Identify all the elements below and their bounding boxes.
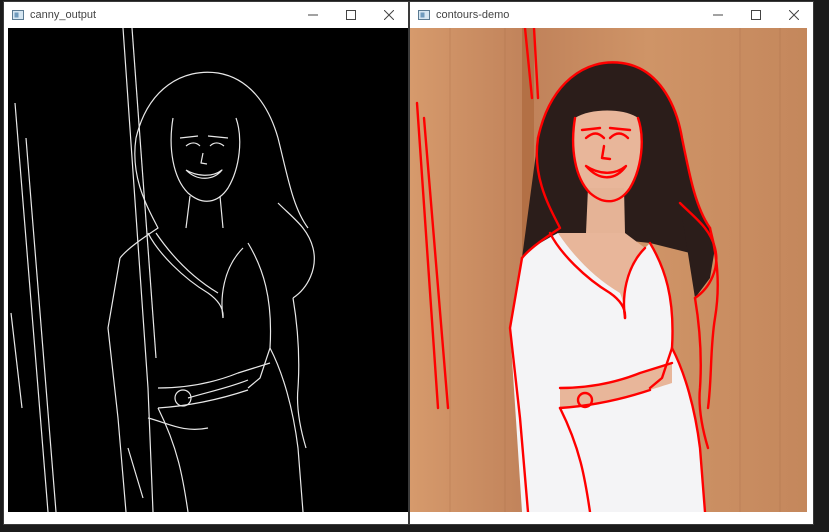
canny-image bbox=[8, 28, 408, 512]
close-icon bbox=[384, 10, 394, 20]
minimize-button[interactable] bbox=[294, 2, 332, 28]
contour-overlay bbox=[410, 28, 807, 512]
maximize-button[interactable] bbox=[332, 2, 370, 28]
maximize-button[interactable] bbox=[737, 2, 775, 28]
minimize-icon bbox=[308, 14, 318, 16]
title-bar[interactable]: contours-demo bbox=[410, 2, 813, 28]
edge-map bbox=[10, 28, 315, 512]
app-icon bbox=[12, 10, 24, 20]
canny-output-window[interactable]: canny_output bbox=[4, 2, 408, 524]
maximize-icon bbox=[346, 10, 356, 20]
app-icon bbox=[418, 10, 430, 20]
minimize-button[interactable] bbox=[699, 2, 737, 28]
window-title: contours-demo bbox=[436, 9, 510, 21]
close-button[interactable] bbox=[775, 2, 813, 28]
close-button[interactable] bbox=[370, 2, 408, 28]
contours-demo-window[interactable]: contours-demo bbox=[410, 2, 813, 524]
close-icon bbox=[789, 10, 799, 20]
title-bar[interactable]: canny_output bbox=[4, 2, 408, 28]
maximize-icon bbox=[751, 10, 761, 20]
contours-image bbox=[410, 28, 807, 512]
window-title: canny_output bbox=[30, 9, 97, 21]
minimize-icon bbox=[713, 14, 723, 16]
